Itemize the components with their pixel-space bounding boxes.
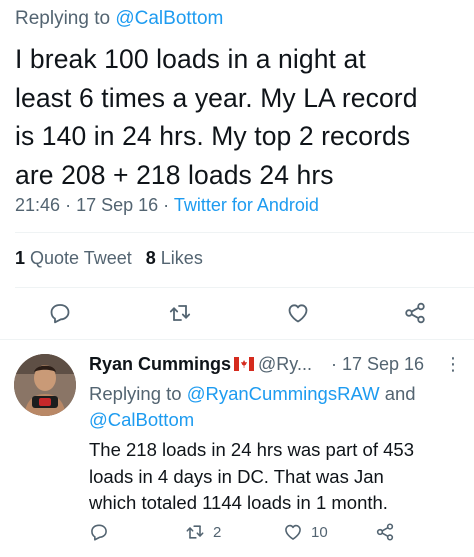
tweet-source[interactable]: Twitter for Android	[174, 195, 319, 215]
mention-link[interactable]: @CalBottom	[89, 409, 194, 430]
tweet-stats: 1 Quote Tweet 8 Likes	[15, 248, 203, 269]
replying-prefix: Replying to	[89, 383, 182, 404]
reply-tweet[interactable]: Ryan Cummings @Ry... · 17 Sep 16 ⋮ Replyi…	[0, 340, 474, 557]
canada-flag-icon	[234, 357, 255, 371]
reply-header: Ryan Cummings @Ry... · 17 Sep 16	[89, 354, 424, 375]
share-icon	[405, 302, 425, 324]
tweet-date[interactable]: 17 Sep 16	[76, 195, 158, 215]
retweet-button[interactable]: 2	[185, 518, 221, 546]
mention-link[interactable]: @CalBottom	[115, 8, 223, 29]
tweet-meta: 21:46 · 17 Sep 16 · Twitter for Android	[15, 195, 319, 215]
likes-link[interactable]: 8 Likes	[146, 248, 203, 268]
like-count: 10	[311, 523, 328, 541]
like-button[interactable]: 10	[283, 518, 328, 546]
tweet-time[interactable]: 21:46	[15, 195, 60, 215]
reply-text: The 218 loads in 24 hrs was part of 453 …	[89, 437, 469, 517]
like-button[interactable]	[283, 298, 313, 328]
author-name[interactable]: Ryan Cummings	[89, 354, 231, 374]
tweet-text-line: is 140 in 24 hrs. My top 2 records	[15, 121, 411, 151]
avatar-image	[14, 354, 76, 416]
retweet-icon	[186, 525, 204, 539]
reply-button[interactable]	[45, 298, 75, 328]
divider	[15, 232, 474, 233]
replying-to-line: Replying to @RyanCummingsRAW and @CalBot…	[89, 381, 459, 433]
replying-prefix: Replying to	[15, 8, 111, 29]
replying-and: and	[384, 383, 416, 404]
tweet-text: I break 100 loads in a night at least 6 …	[15, 40, 465, 194]
more-options-icon[interactable]: ⋮	[444, 354, 462, 375]
main-tweet: Replying to @CalBottom I break 100 loads…	[0, 0, 474, 340]
reply-text-line: which totaled 1144 loads in 1 month.	[89, 492, 388, 513]
tweet-actions	[0, 292, 474, 336]
retweet-icon	[169, 305, 191, 321]
reply-actions: 2 10	[0, 518, 474, 548]
share-button[interactable]	[375, 518, 395, 546]
divider	[15, 287, 474, 288]
heart-icon	[288, 304, 308, 323]
mention-link[interactable]: @RyanCummingsRAW	[187, 383, 380, 404]
replying-to-line: Replying to @CalBottom	[15, 8, 223, 30]
author-handle[interactable]: @Ry...	[258, 354, 312, 374]
avatar[interactable]	[14, 354, 76, 416]
quote-tweets-link[interactable]: 1 Quote Tweet	[15, 248, 132, 268]
retweet-count: 2	[213, 523, 222, 541]
tweet-text-line: least 6 times a year. My LA record	[15, 82, 418, 113]
reply-text-line: loads in 4 days in DC. That was Jan	[89, 465, 384, 487]
reply-button[interactable]	[89, 518, 109, 546]
reply-text-line: The 218 loads in 24 hrs was part of 453	[89, 439, 414, 460]
heart-icon	[285, 524, 301, 540]
retweet-button[interactable]	[165, 298, 195, 328]
reply-date[interactable]: · 17 Sep 16	[331, 354, 424, 374]
share-icon	[376, 523, 394, 541]
tweet-text-line: are 208 + 218 loads 24 hrs	[15, 159, 334, 190]
reply-icon	[91, 524, 107, 541]
reply-icon	[50, 304, 70, 324]
tweet-text-line: I break 100 loads in a night at	[15, 44, 366, 74]
share-button[interactable]	[400, 298, 430, 328]
